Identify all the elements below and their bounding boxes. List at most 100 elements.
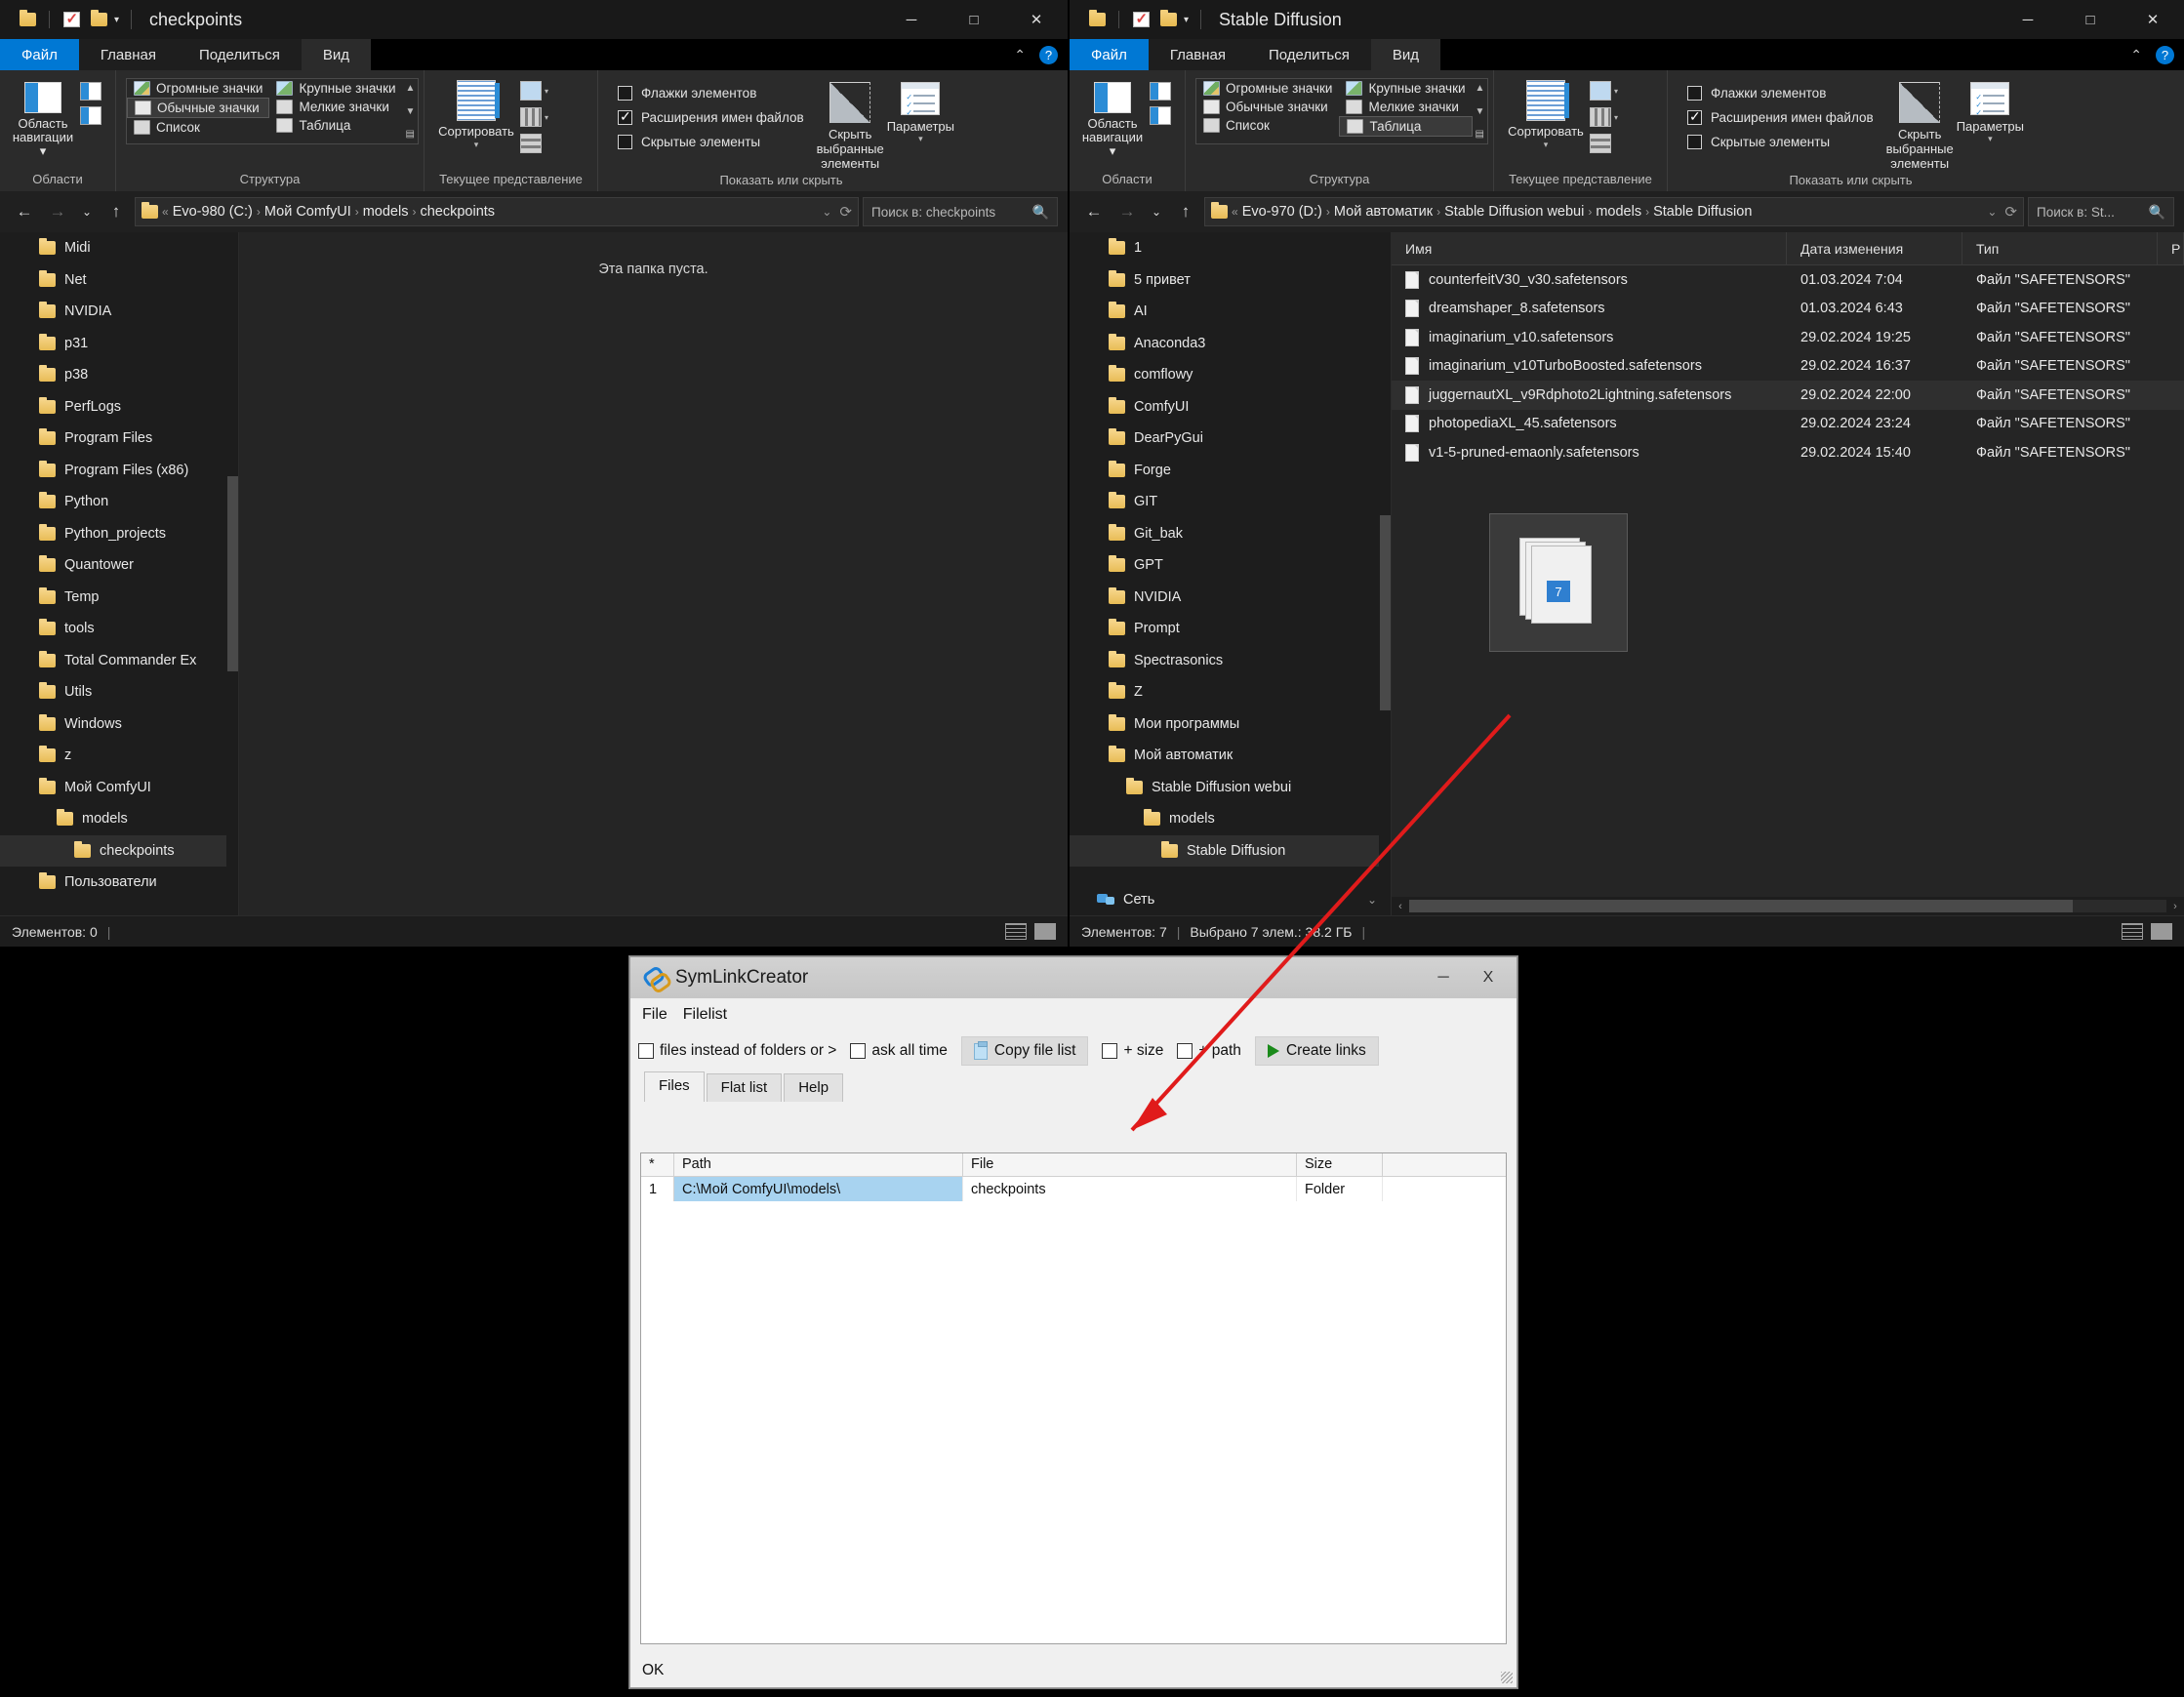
forward-button[interactable]: → xyxy=(1112,197,1142,226)
tree-item[interactable]: Мой ComfyUI xyxy=(0,772,238,804)
sort-button[interactable]: Сортировать ▾ xyxy=(1504,78,1588,150)
tree-item[interactable]: Git_bak xyxy=(1070,518,1391,550)
checkbox[interactable] xyxy=(618,86,632,101)
breadcrumb-drive[interactable]: Evo-970 (D:) xyxy=(1242,204,1322,220)
preview-pane-icon[interactable] xyxy=(1150,82,1171,101)
checkbox-plus-size[interactable]: + size xyxy=(1102,1042,1163,1060)
tree-item[interactable]: GIT xyxy=(1070,486,1391,518)
checkbox-hidden-items[interactable]: Скрытые элементы xyxy=(618,135,804,149)
tree-item[interactable]: Мои программы xyxy=(1070,708,1391,741)
details-view-button[interactable] xyxy=(2122,923,2143,940)
breadcrumb-comfyui[interactable]: Мой ComfyUI xyxy=(264,204,351,220)
new-folder-icon[interactable] xyxy=(85,6,112,33)
tree-item[interactable]: Stable Diffusion webui xyxy=(1070,772,1391,804)
breadcrumb-models[interactable]: models xyxy=(1596,204,1641,220)
tree-scrollbar[interactable] xyxy=(226,232,238,915)
tree-item[interactable]: Z xyxy=(1070,676,1391,708)
checkbox-hidden-items[interactable]: Скрытые элементы xyxy=(1687,135,1874,149)
checkbox-ask-all-time[interactable]: ask all time xyxy=(850,1042,948,1060)
tree-item[interactable]: z xyxy=(0,740,238,772)
maximize-button[interactable]: □ xyxy=(2059,0,2122,39)
tree-item[interactable]: Total Commander Ex xyxy=(0,645,238,677)
back-button[interactable]: ← xyxy=(1079,197,1109,226)
column-header-size[interactable]: Р xyxy=(2158,232,2184,264)
checkbox-file-extensions[interactable]: Расширения имен файлов xyxy=(1687,108,1874,125)
layout-details[interactable]: Таблица xyxy=(269,116,402,135)
tab-flat-list[interactable]: Flat list xyxy=(706,1073,783,1102)
add-columns-button[interactable]: ▾ xyxy=(1590,81,1618,101)
scroll-up-icon[interactable]: ▲ xyxy=(1476,83,1485,94)
breadcrumb-checkpoints[interactable]: checkpoints xyxy=(420,204,495,220)
tree-item[interactable]: AI xyxy=(1070,296,1391,328)
expand-gallery-icon[interactable]: ▤ xyxy=(406,129,416,140)
grid-header-path[interactable]: Path xyxy=(674,1153,963,1176)
layout-normal-icons[interactable]: Обычные значки xyxy=(1196,98,1339,116)
details-pane-icon[interactable] xyxy=(80,106,101,125)
maximize-button[interactable]: □ xyxy=(943,0,1005,39)
grid-header-star[interactable]: * xyxy=(641,1153,674,1176)
layout-scroll-spinner[interactable]: ▲ ▼ ▤ xyxy=(1473,79,1488,143)
recent-locations-button[interactable]: ⌄ xyxy=(76,197,98,226)
tree-item[interactable]: Quantower xyxy=(0,549,238,582)
file-list-hscrollbar[interactable]: ‹ › xyxy=(1392,897,2184,915)
tree-item[interactable]: Anaconda3 xyxy=(1070,328,1391,360)
scroll-left-icon[interactable]: ‹ xyxy=(1392,901,1409,912)
tab-file[interactable]: Файл xyxy=(0,39,79,70)
scroll-up-icon[interactable]: ▲ xyxy=(406,83,416,94)
tree-item-network[interactable]: Сеть ⌄ xyxy=(1070,884,1391,916)
checkbox-plus-path[interactable]: + path xyxy=(1177,1042,1241,1060)
grid-row[interactable]: 1 C:\Мой ComfyUI\models\ checkpoints Folder xyxy=(641,1177,1506,1201)
scroll-down-icon[interactable]: ▼ xyxy=(406,106,416,117)
chevron-down-icon[interactable]: ▾ xyxy=(1182,15,1194,25)
tree-item[interactable]: comflowy xyxy=(1070,359,1391,391)
right-search-input[interactable]: Поиск в: St... 🔍 xyxy=(2028,197,2174,226)
tree-item[interactable]: models xyxy=(0,803,238,835)
layout-large-icons[interactable]: Крупные значки xyxy=(269,79,402,98)
breadcrumb-drive[interactable]: Evo-980 (C:) xyxy=(173,204,253,220)
refresh-icon[interactable]: ⟳ xyxy=(2004,203,2017,221)
checkbox[interactable] xyxy=(850,1043,867,1059)
minimize-button[interactable]: ─ xyxy=(1421,957,1466,998)
layout-list[interactable]: Список xyxy=(127,118,269,137)
tree-item[interactable]: 1 xyxy=(1070,232,1391,264)
tree-item[interactable]: tools xyxy=(0,613,238,645)
menu-filelist[interactable]: Filelist xyxy=(683,1006,727,1024)
up-button[interactable]: ↑ xyxy=(101,197,131,226)
breadcrumb-models[interactable]: models xyxy=(363,204,409,220)
properties-check-icon[interactable] xyxy=(1127,6,1154,33)
chevron-down-icon[interactable]: ⌄ xyxy=(822,205,831,219)
menu-file[interactable]: File xyxy=(642,1006,667,1024)
navigation-pane-button[interactable]: Область навигации ▾ xyxy=(1079,78,1146,158)
close-button[interactable]: X xyxy=(1466,957,1511,998)
tab-home[interactable]: Главная xyxy=(78,39,178,70)
checkbox[interactable] xyxy=(618,135,632,149)
layout-huge-icons[interactable]: Огромные значки xyxy=(127,79,269,98)
tree-item[interactable]: 5 привет xyxy=(1070,264,1391,297)
tiles-view-button[interactable] xyxy=(2151,923,2172,940)
help-icon[interactable]: ? xyxy=(2156,45,2174,64)
table-row[interactable]: juggernautXL_v9Rdphoto2Lightning.safeten… xyxy=(1392,381,2184,410)
checkbox-item-checkboxes[interactable]: Флажки элементов xyxy=(1687,86,1874,101)
table-row[interactable]: imaginarium_v10TurboBoosted.safetensors 2… xyxy=(1392,352,2184,382)
grid-header-file[interactable]: File xyxy=(963,1153,1297,1176)
tree-item[interactable]: ComfyUI xyxy=(1070,391,1391,424)
tree-item[interactable]: p31 xyxy=(0,328,238,360)
resize-grip[interactable] xyxy=(1501,1672,1513,1683)
tree-item[interactable]: Temp xyxy=(0,582,238,614)
tree-item[interactable]: NVIDIA xyxy=(1070,582,1391,614)
tree-item[interactable]: Windows xyxy=(0,708,238,741)
create-links-button[interactable]: Create links xyxy=(1254,1036,1379,1066)
tab-view[interactable]: Вид xyxy=(301,39,371,70)
sort-button[interactable]: Сортировать ▾ xyxy=(434,78,518,150)
expand-gallery-icon[interactable]: ▤ xyxy=(1476,129,1485,140)
scroll-down-icon[interactable]: ▼ xyxy=(1476,106,1485,117)
tree-item[interactable]: Midi xyxy=(0,232,238,264)
checkbox[interactable] xyxy=(1177,1043,1193,1059)
tree-scroll-thumb[interactable] xyxy=(1380,515,1391,710)
tab-file[interactable]: Файл xyxy=(1070,39,1149,70)
column-header-type[interactable]: Тип xyxy=(1962,232,2158,264)
back-button[interactable]: ← xyxy=(10,197,39,226)
breadcrumb-sdwebui[interactable]: Stable Diffusion webui xyxy=(1444,204,1584,220)
tree-scroll-down-icon[interactable]: ⌄ xyxy=(1367,893,1377,907)
layout-list[interactable]: Список xyxy=(1196,116,1339,135)
